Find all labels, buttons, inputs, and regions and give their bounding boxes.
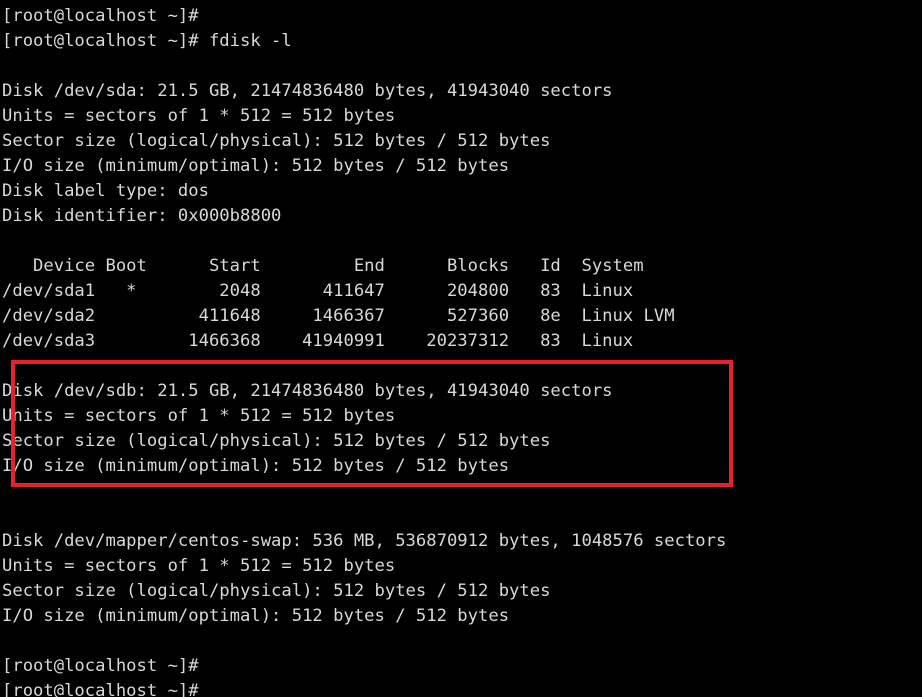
terminal-line-swap-units: Units = sectors of 1 * 512 = 512 bytes	[2, 554, 920, 579]
terminal-line-prompt-command: [root@localhost ~]# fdisk -l	[2, 29, 920, 54]
terminal-line-blank-1	[2, 54, 920, 79]
terminal-line-prompt-3: [root@localhost ~]#	[2, 679, 920, 697]
terminal-output[interactable]: [root@localhost ~]# [root@localhost ~]# …	[2, 4, 920, 697]
partition-table-row-sda1: /dev/sda1 * 2048 411647 204800 83 Linux	[2, 279, 920, 304]
terminal-line-swap-io-size: I/O size (minimum/optimal): 512 bytes / …	[2, 604, 920, 629]
terminal-line-prompt-1: [root@localhost ~]#	[2, 4, 920, 29]
terminal-line-sda-sector-size: Sector size (logical/physical): 512 byte…	[2, 129, 920, 154]
terminal-line-swap-disk: Disk /dev/mapper/centos-swap: 536 MB, 53…	[2, 529, 920, 554]
terminal-line-blank-2	[2, 229, 920, 254]
terminal-line-blank-4	[2, 479, 920, 504]
terminal-line-sda-identifier: Disk identifier: 0x000b8800	[2, 204, 920, 229]
terminal-line-sdb-io-size: I/O size (minimum/optimal): 512 bytes / …	[2, 454, 920, 479]
partition-table-header: Device Boot Start End Blocks Id System	[2, 254, 920, 279]
terminal-line-blank-3	[2, 354, 920, 379]
terminal-line-sda-io-size: I/O size (minimum/optimal): 512 bytes / …	[2, 154, 920, 179]
terminal-line-swap-sector-size: Sector size (logical/physical): 512 byte…	[2, 579, 920, 604]
terminal-line-sda-disk: Disk /dev/sda: 21.5 GB, 21474836480 byte…	[2, 79, 920, 104]
terminal-line-sda-units: Units = sectors of 1 * 512 = 512 bytes	[2, 104, 920, 129]
terminal-line-sdb-sector-size: Sector size (logical/physical): 512 byte…	[2, 429, 920, 454]
terminal-line-sdb-disk: Disk /dev/sdb: 21.5 GB, 21474836480 byte…	[2, 379, 920, 404]
terminal-line-sdb-units: Units = sectors of 1 * 512 = 512 bytes	[2, 404, 920, 429]
terminal-line-blank-6	[2, 629, 920, 654]
partition-table-row-sda3: /dev/sda3 1466368 41940991 20237312 83 L…	[2, 329, 920, 354]
partition-table-row-sda2: /dev/sda2 411648 1466367 527360 8e Linux…	[2, 304, 920, 329]
terminal-line-sda-label-type: Disk label type: dos	[2, 179, 920, 204]
terminal-window[interactable]: [root@localhost ~]# [root@localhost ~]# …	[0, 0, 922, 697]
terminal-line-prompt-2: [root@localhost ~]#	[2, 654, 920, 679]
terminal-line-blank-5	[2, 504, 920, 529]
